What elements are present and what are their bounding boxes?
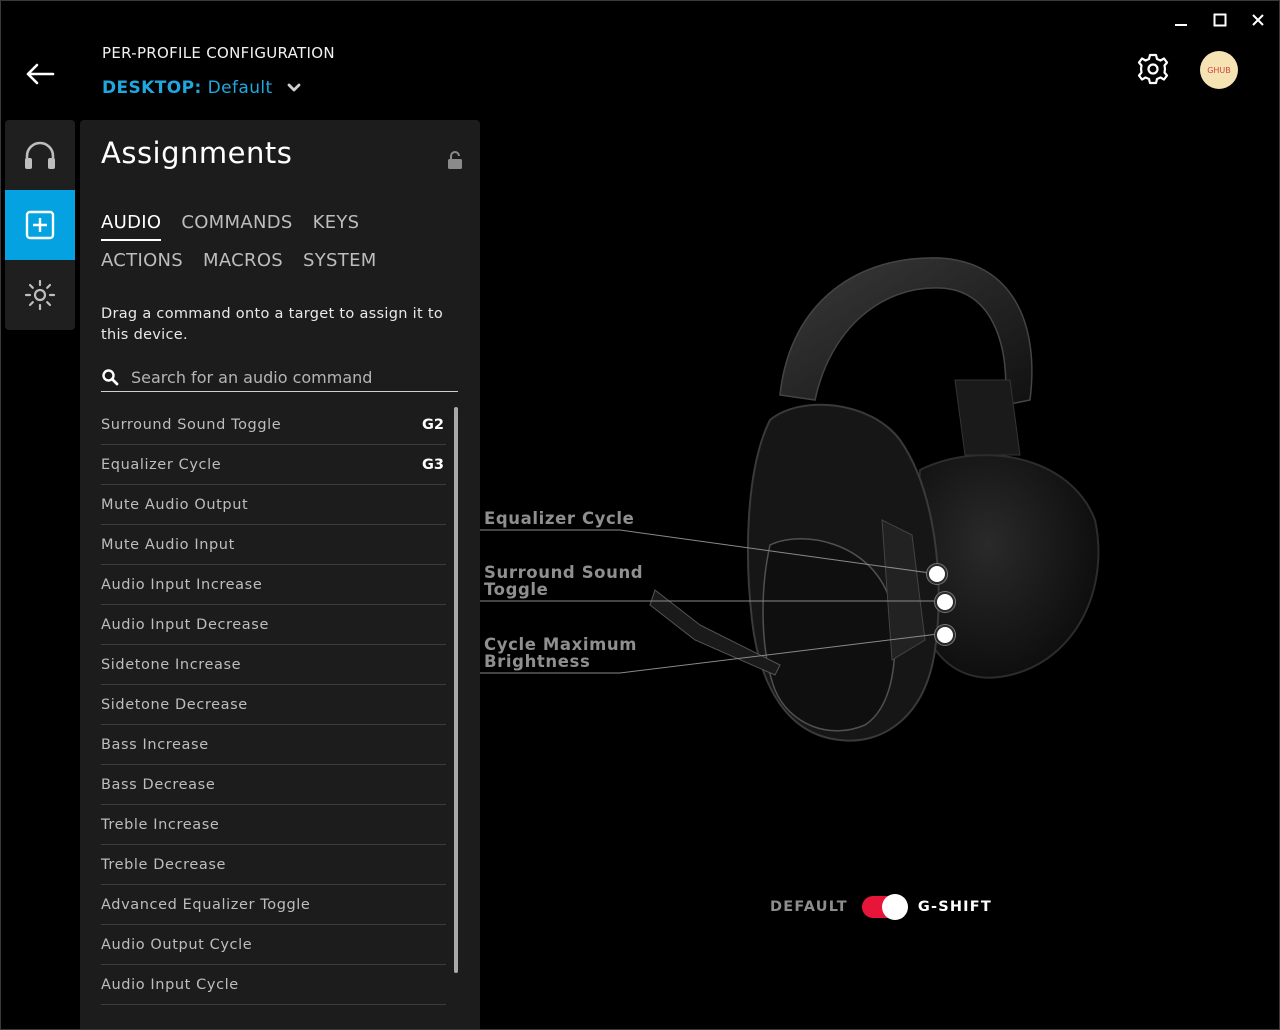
rail-item-lighting[interactable] (5, 260, 75, 330)
list-item[interactable]: Sidetone Increase (101, 645, 446, 685)
command-name: Surround Sound Toggle (101, 416, 282, 433)
callout-surround-sound-toggle[interactable]: Surround Sound Toggle (484, 564, 643, 598)
command-name: Audio Input Cycle (101, 976, 239, 993)
assignments-panel: Assignments AUDIO COMMANDS KEYS ACTIONS … (80, 120, 480, 1030)
list-item[interactable]: Surround Sound Toggle G2 (101, 405, 446, 445)
list-item[interactable]: Equalizer Cycle G3 (101, 445, 446, 485)
callout-line: Toggle (484, 580, 549, 599)
command-name: Sidetone Increase (101, 656, 242, 673)
list-item[interactable]: Mute Audio Input (101, 525, 446, 565)
gshift-toggle-group: DEFAULT G-SHIFT (770, 894, 992, 920)
list-item[interactable]: Audio Output Cycle (101, 925, 446, 965)
avatar-initials: GHUB (1207, 65, 1231, 75)
assigned-key: G3 (422, 456, 444, 473)
command-name: Treble Increase (101, 816, 220, 833)
callout-equalizer-cycle[interactable]: Equalizer Cycle (484, 510, 634, 527)
tab-commands[interactable]: COMMANDS (181, 212, 292, 240)
tab-actions[interactable]: ACTIONS (101, 250, 183, 278)
gshift-label: G-SHIFT (917, 899, 992, 915)
maximize-icon (1213, 13, 1227, 27)
callout-line: Brightness (484, 652, 591, 671)
command-name: Treble Decrease (101, 856, 227, 873)
command-name: Audio Input Increase (101, 576, 263, 593)
command-list: Surround Sound Toggle G2 Equalizer Cycle G… (101, 405, 446, 1005)
chevron-down-icon (287, 83, 301, 93)
command-name: Mute Audio Output (101, 496, 249, 513)
close-button[interactable] (1243, 6, 1273, 34)
profile-selector[interactable]: DESKTOP: Default (102, 78, 301, 98)
command-name: Audio Output Cycle (101, 936, 253, 953)
arrow-left-icon (26, 63, 55, 85)
callout-line: Cycle Maximum (484, 635, 638, 654)
command-name: Sidetone Decrease (101, 696, 248, 713)
scrollbar[interactable] (454, 407, 458, 973)
left-rail (5, 120, 75, 330)
list-item[interactable]: Audio Input Decrease (101, 605, 446, 645)
headset-image (480, 257, 1100, 742)
assigned-key: G2 (422, 416, 444, 433)
search-bar (101, 363, 458, 392)
search-icon (102, 369, 119, 386)
default-label: DEFAULT (770, 899, 848, 915)
list-item[interactable]: Advanced Equalizer Toggle (101, 885, 446, 925)
search-input[interactable] (131, 367, 451, 387)
page-title: PER-PROFILE CONFIGURATION (102, 44, 335, 62)
command-name: Bass Decrease (101, 776, 216, 793)
list-item[interactable]: Sidetone Decrease (101, 685, 446, 725)
plus-square-icon (25, 210, 55, 240)
rail-item-assignments[interactable] (5, 190, 75, 260)
unlock-icon (448, 151, 462, 169)
g2-button-target[interactable] (935, 592, 955, 612)
command-name: Mute Audio Input (101, 536, 235, 553)
maximize-button[interactable] (1205, 6, 1235, 34)
panel-title: Assignments (101, 136, 293, 170)
command-name: Bass Increase (101, 736, 209, 753)
headset-icon (25, 141, 55, 169)
list-item[interactable]: Treble Decrease (101, 845, 446, 885)
profile-value: Default (207, 78, 273, 98)
list-item[interactable]: Audio Input Cycle (101, 965, 446, 1005)
drag-hint: Drag a command onto a target to assign i… (101, 306, 443, 343)
toggle-knob (881, 894, 908, 920)
callout-cycle-maximum-brightness[interactable]: Cycle Maximum Brightness (484, 636, 637, 670)
avatar[interactable]: GHUB (1200, 51, 1238, 89)
minimize-icon (1175, 24, 1187, 26)
lock-button[interactable] (445, 150, 465, 170)
list-item[interactable]: Treble Increase (101, 805, 446, 845)
back-button[interactable] (22, 58, 58, 90)
gshift-toggle[interactable] (861, 894, 908, 920)
tab-system[interactable]: SYSTEM (303, 250, 377, 278)
profile-label: DESKTOP: (102, 78, 202, 98)
tab-macros[interactable]: MACROS (203, 250, 283, 278)
callout-line: Equalizer Cycle (484, 509, 635, 528)
gear-icon (1137, 53, 1169, 85)
tab-audio[interactable]: AUDIO (101, 212, 162, 241)
close-icon (1252, 14, 1264, 26)
g3-button-target[interactable] (927, 564, 947, 584)
sun-icon (24, 279, 56, 311)
list-item[interactable]: Bass Increase (101, 725, 446, 765)
callout-line: Surround Sound (484, 563, 644, 582)
command-name: Advanced Equalizer Toggle (101, 896, 311, 913)
rail-item-audio[interactable] (5, 120, 75, 190)
g1-button-target[interactable] (935, 625, 955, 645)
command-name: Audio Input Decrease (101, 616, 269, 633)
tab-keys[interactable]: KEYS (313, 212, 360, 240)
category-tabs: AUDIO COMMANDS KEYS ACTIONS MACROS SYSTE… (101, 212, 461, 288)
settings-button[interactable] (1136, 52, 1170, 86)
minimize-button[interactable] (1166, 6, 1196, 34)
list-item[interactable]: Audio Input Increase (101, 565, 446, 605)
list-item[interactable]: Bass Decrease (101, 765, 446, 805)
list-item[interactable]: Mute Audio Output (101, 485, 446, 525)
command-name: Equalizer Cycle (101, 456, 222, 473)
